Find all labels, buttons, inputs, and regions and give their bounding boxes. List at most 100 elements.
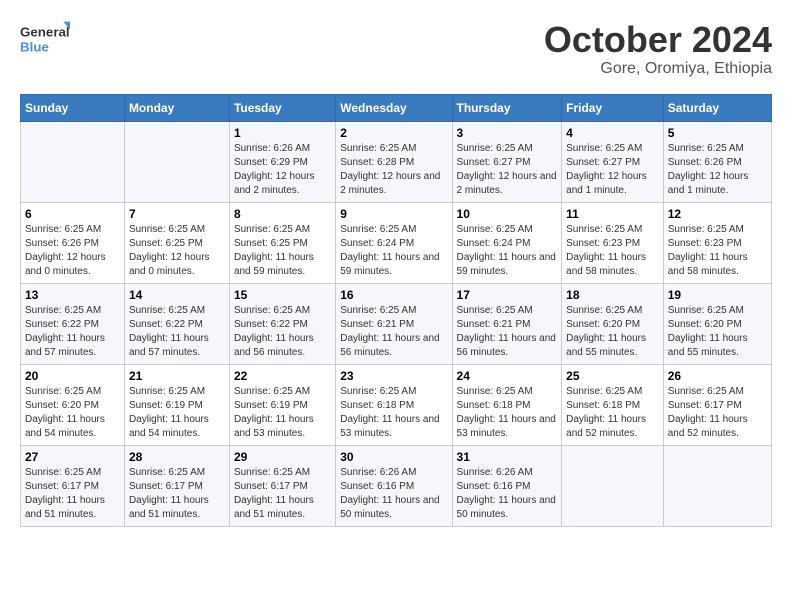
day-info: Sunrise: 6:25 AMSunset: 6:21 PMDaylight:… xyxy=(340,304,447,360)
day-number: 24 xyxy=(457,369,558,383)
day-cell-7: 7 Sunrise: 6:25 AMSunset: 6:25 PMDayligh… xyxy=(124,202,229,283)
day-number: 30 xyxy=(340,450,447,464)
location: Gore, Oromiya, Ethiopia xyxy=(544,60,772,78)
day-info: Sunrise: 6:25 AMSunset: 6:28 PMDaylight:… xyxy=(340,142,447,198)
day-number: 23 xyxy=(340,369,447,383)
day-number: 28 xyxy=(129,450,225,464)
day-number: 9 xyxy=(340,207,447,221)
day-info: Sunrise: 6:25 AMSunset: 6:27 PMDaylight:… xyxy=(566,142,659,198)
day-number: 8 xyxy=(234,207,331,221)
day-info: Sunrise: 6:26 AMSunset: 6:29 PMDaylight:… xyxy=(234,142,331,198)
day-cell-29: 29 Sunrise: 6:25 AMSunset: 6:17 PMDaylig… xyxy=(229,445,335,526)
day-cell-26: 26 Sunrise: 6:25 AMSunset: 6:17 PMDaylig… xyxy=(663,364,771,445)
day-info: Sunrise: 6:25 AMSunset: 6:22 PMDaylight:… xyxy=(234,304,331,360)
day-cell-9: 9 Sunrise: 6:25 AMSunset: 6:24 PMDayligh… xyxy=(336,202,452,283)
day-info: Sunrise: 6:25 AMSunset: 6:19 PMDaylight:… xyxy=(234,385,331,441)
day-cell-empty xyxy=(562,445,664,526)
day-number: 3 xyxy=(457,126,558,140)
col-header-saturday: Saturday xyxy=(663,94,771,121)
day-cell-3: 3 Sunrise: 6:25 AMSunset: 6:27 PMDayligh… xyxy=(452,121,562,202)
day-number: 20 xyxy=(25,369,120,383)
day-info: Sunrise: 6:25 AMSunset: 6:24 PMDaylight:… xyxy=(340,223,447,279)
day-number: 12 xyxy=(668,207,767,221)
day-number: 1 xyxy=(234,126,331,140)
logo-general: General xyxy=(20,25,70,40)
day-cell-13: 13 Sunrise: 6:25 AMSunset: 6:22 PMDaylig… xyxy=(21,283,125,364)
day-cell-6: 6 Sunrise: 6:25 AMSunset: 6:26 PMDayligh… xyxy=(21,202,125,283)
day-cell-31: 31 Sunrise: 6:26 AMSunset: 6:16 PMDaylig… xyxy=(452,445,562,526)
calendar-table: SundayMondayTuesdayWednesdayThursdayFrid… xyxy=(20,94,772,527)
day-number: 18 xyxy=(566,288,659,302)
day-number: 10 xyxy=(457,207,558,221)
day-cell-22: 22 Sunrise: 6:25 AMSunset: 6:19 PMDaylig… xyxy=(229,364,335,445)
day-info: Sunrise: 6:25 AMSunset: 6:18 PMDaylight:… xyxy=(340,385,447,441)
day-info: Sunrise: 6:25 AMSunset: 6:23 PMDaylight:… xyxy=(566,223,659,279)
day-info: Sunrise: 6:25 AMSunset: 6:26 PMDaylight:… xyxy=(668,142,767,198)
day-cell-23: 23 Sunrise: 6:25 AMSunset: 6:18 PMDaylig… xyxy=(336,364,452,445)
day-info: Sunrise: 6:25 AMSunset: 6:27 PMDaylight:… xyxy=(457,142,558,198)
week-row-5: 27 Sunrise: 6:25 AMSunset: 6:17 PMDaylig… xyxy=(21,445,772,526)
logo-blue: Blue xyxy=(20,40,49,55)
title-block: October 2024 Gore, Oromiya, Ethiopia xyxy=(544,20,772,78)
day-number: 15 xyxy=(234,288,331,302)
day-info: Sunrise: 6:25 AMSunset: 6:22 PMDaylight:… xyxy=(129,304,225,360)
day-cell-30: 30 Sunrise: 6:26 AMSunset: 6:16 PMDaylig… xyxy=(336,445,452,526)
day-number: 6 xyxy=(25,207,120,221)
month-title: October 2024 xyxy=(544,20,772,60)
day-number: 16 xyxy=(340,288,447,302)
day-number: 17 xyxy=(457,288,558,302)
day-number: 5 xyxy=(668,126,767,140)
day-cell-12: 12 Sunrise: 6:25 AMSunset: 6:23 PMDaylig… xyxy=(663,202,771,283)
col-header-wednesday: Wednesday xyxy=(336,94,452,121)
day-info: Sunrise: 6:25 AMSunset: 6:18 PMDaylight:… xyxy=(566,385,659,441)
day-info: Sunrise: 6:25 AMSunset: 6:18 PMDaylight:… xyxy=(457,385,558,441)
logo-svg: General Blue xyxy=(20,20,70,60)
col-header-tuesday: Tuesday xyxy=(229,94,335,121)
day-info: Sunrise: 6:25 AMSunset: 6:22 PMDaylight:… xyxy=(25,304,120,360)
col-header-monday: Monday xyxy=(124,94,229,121)
day-cell-empty xyxy=(21,121,125,202)
day-cell-18: 18 Sunrise: 6:25 AMSunset: 6:20 PMDaylig… xyxy=(562,283,664,364)
col-header-thursday: Thursday xyxy=(452,94,562,121)
day-cell-28: 28 Sunrise: 6:25 AMSunset: 6:17 PMDaylig… xyxy=(124,445,229,526)
col-header-friday: Friday xyxy=(562,94,664,121)
day-info: Sunrise: 6:25 AMSunset: 6:19 PMDaylight:… xyxy=(129,385,225,441)
day-cell-20: 20 Sunrise: 6:25 AMSunset: 6:20 PMDaylig… xyxy=(21,364,125,445)
day-number: 7 xyxy=(129,207,225,221)
header-row: SundayMondayTuesdayWednesdayThursdayFrid… xyxy=(21,94,772,121)
day-cell-14: 14 Sunrise: 6:25 AMSunset: 6:22 PMDaylig… xyxy=(124,283,229,364)
day-cell-17: 17 Sunrise: 6:25 AMSunset: 6:21 PMDaylig… xyxy=(452,283,562,364)
day-cell-1: 1 Sunrise: 6:26 AMSunset: 6:29 PMDayligh… xyxy=(229,121,335,202)
day-cell-5: 5 Sunrise: 6:25 AMSunset: 6:26 PMDayligh… xyxy=(663,121,771,202)
week-row-3: 13 Sunrise: 6:25 AMSunset: 6:22 PMDaylig… xyxy=(21,283,772,364)
day-info: Sunrise: 6:25 AMSunset: 6:25 PMDaylight:… xyxy=(234,223,331,279)
day-cell-2: 2 Sunrise: 6:25 AMSunset: 6:28 PMDayligh… xyxy=(336,121,452,202)
day-info: Sunrise: 6:25 AMSunset: 6:25 PMDaylight:… xyxy=(129,223,225,279)
day-number: 26 xyxy=(668,369,767,383)
day-info: Sunrise: 6:25 AMSunset: 6:17 PMDaylight:… xyxy=(668,385,767,441)
day-info: Sunrise: 6:25 AMSunset: 6:20 PMDaylight:… xyxy=(668,304,767,360)
day-cell-11: 11 Sunrise: 6:25 AMSunset: 6:23 PMDaylig… xyxy=(562,202,664,283)
day-cell-27: 27 Sunrise: 6:25 AMSunset: 6:17 PMDaylig… xyxy=(21,445,125,526)
day-number: 27 xyxy=(25,450,120,464)
logo: General Blue xyxy=(20,20,70,60)
day-cell-empty xyxy=(663,445,771,526)
day-info: Sunrise: 6:26 AMSunset: 6:16 PMDaylight:… xyxy=(457,466,558,522)
week-row-2: 6 Sunrise: 6:25 AMSunset: 6:26 PMDayligh… xyxy=(21,202,772,283)
day-cell-19: 19 Sunrise: 6:25 AMSunset: 6:20 PMDaylig… xyxy=(663,283,771,364)
day-cell-21: 21 Sunrise: 6:25 AMSunset: 6:19 PMDaylig… xyxy=(124,364,229,445)
day-cell-empty xyxy=(124,121,229,202)
day-cell-25: 25 Sunrise: 6:25 AMSunset: 6:18 PMDaylig… xyxy=(562,364,664,445)
week-row-1: 1 Sunrise: 6:26 AMSunset: 6:29 PMDayligh… xyxy=(21,121,772,202)
day-number: 29 xyxy=(234,450,331,464)
day-cell-8: 8 Sunrise: 6:25 AMSunset: 6:25 PMDayligh… xyxy=(229,202,335,283)
day-info: Sunrise: 6:25 AMSunset: 6:24 PMDaylight:… xyxy=(457,223,558,279)
day-number: 22 xyxy=(234,369,331,383)
page-header: General Blue October 2024 Gore, Oromiya,… xyxy=(20,20,772,78)
week-row-4: 20 Sunrise: 6:25 AMSunset: 6:20 PMDaylig… xyxy=(21,364,772,445)
day-info: Sunrise: 6:25 AMSunset: 6:17 PMDaylight:… xyxy=(129,466,225,522)
day-number: 31 xyxy=(457,450,558,464)
day-info: Sunrise: 6:25 AMSunset: 6:20 PMDaylight:… xyxy=(566,304,659,360)
day-info: Sunrise: 6:25 AMSunset: 6:17 PMDaylight:… xyxy=(234,466,331,522)
day-cell-10: 10 Sunrise: 6:25 AMSunset: 6:24 PMDaylig… xyxy=(452,202,562,283)
